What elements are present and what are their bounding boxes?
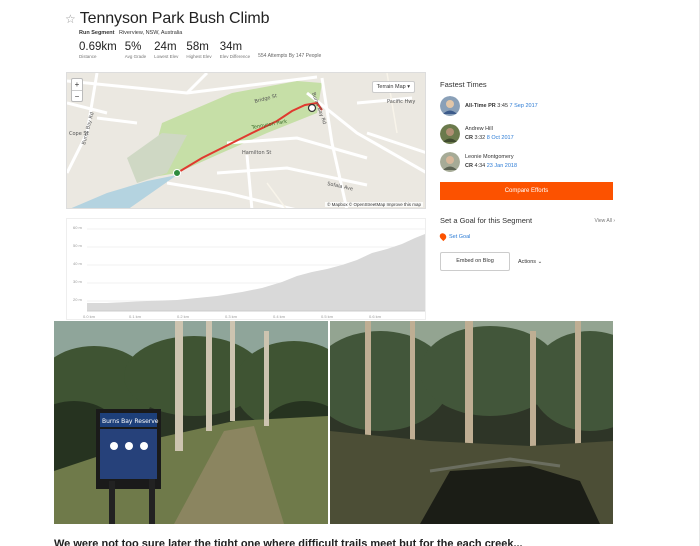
elevation-area: [87, 234, 425, 311]
map-attribution[interactable]: © Mapbox © OpenStreetMap Improve this ma…: [325, 202, 423, 207]
fastest-times-title: Fastest Times: [440, 80, 487, 89]
y-tick: 50 m: [73, 243, 82, 248]
segment-location: Riverview, NSW, Australia: [118, 30, 183, 36]
x-tick: 0.3 km: [225, 314, 238, 319]
x-tick: 0.0 km: [83, 314, 96, 319]
leader-date-link[interactable]: 8 Oct 2017: [487, 135, 514, 141]
map-label-pacific-hwy: Pacific Hwy: [387, 99, 415, 105]
x-tick: 0.4 km: [273, 314, 286, 319]
leader-all-time-pr[interactable]: All-Time PR 3:45 7 Sep 2017: [440, 95, 615, 117]
leader-cr-leonie-montgomery[interactable]: Leonie Montgomery CR 4:34 23 Jan 2018: [440, 151, 615, 173]
embed-on-blog-button[interactable]: Embed on Blog: [440, 252, 510, 271]
segment-photo[interactable]: Burns Bay Reserve: [54, 321, 328, 524]
stat-elev-difference: 34m Elev Difference: [219, 41, 251, 59]
photo-reserve-sign: Burns Bay Reserve: [54, 321, 328, 524]
y-tick: 30 m: [73, 279, 82, 284]
map-layer-dropdown[interactable]: Terrain Map ▾: [371, 81, 415, 93]
segment-page: ☆ Tennyson Park Bush Climb Run Segment R…: [0, 0, 700, 546]
start-marker-icon: [173, 169, 181, 177]
page-title: Tennyson Park Bush Climb: [79, 10, 270, 27]
view-all-link[interactable]: View All ›: [595, 218, 615, 224]
leader-name[interactable]: Leonie Montgomery: [465, 153, 517, 162]
avatar: [440, 152, 460, 172]
set-goal-link[interactable]: Set Goal: [438, 231, 615, 242]
segment-header: ☆ Tennyson Park Bush Climb Run Segment R…: [65, 10, 445, 59]
leader-date-link[interactable]: 23 Jan 2018: [487, 163, 517, 169]
goal-title: Set a Goal for this Segment: [440, 216, 533, 225]
x-tick: 0.5 km: [321, 314, 334, 319]
description-text: We were not too sure later the tight one…: [54, 538, 523, 546]
zoom-out-button[interactable]: −: [72, 90, 82, 101]
y-tick: 20 m: [73, 297, 82, 302]
chevron-down-icon: ▾: [407, 84, 410, 90]
segment-stats: 0.69km Distance 5% Avg Grade 24m Lowest …: [79, 41, 321, 60]
segment-photos: Burns Bay Reserve: [54, 321, 613, 524]
segment-photo[interactable]: [330, 321, 613, 524]
leader-cr-andrew-hill[interactable]: Andrew Hill CR 3:32 8 Oct 2017: [440, 123, 615, 145]
stat-lowest-elev: 24m Lowest Elev: [154, 41, 179, 59]
x-tick: 0.6 km: [369, 314, 382, 319]
zoom-in-button[interactable]: +: [72, 79, 82, 90]
leader-name[interactable]: Andrew Hill: [465, 125, 514, 134]
actions-dropdown[interactable]: Actions ⌄: [518, 259, 542, 265]
map-canvas: Bridge St Tennyson Park Burns Bay Rd Cop…: [67, 73, 425, 208]
elevation-chart: [87, 228, 425, 312]
stat-distance: 0.69km Distance: [79, 41, 117, 59]
compare-efforts-button[interactable]: Compare Efforts: [440, 182, 613, 200]
x-tick: 0.2 km: [177, 314, 190, 319]
stat-avg-grade: 5% Avg Grade: [124, 41, 147, 59]
avatar: [440, 96, 460, 116]
segment-map[interactable]: Bridge St Tennyson Park Burns Bay Rd Cop…: [66, 72, 426, 209]
photo-creek: [330, 321, 613, 524]
avatar: [440, 124, 460, 144]
y-tick: 40 m: [73, 261, 82, 266]
segment-sidebar: Fastest Times All-Time PR 3:45 7 Sep 201…: [438, 80, 615, 271]
elevation-profile[interactable]: 60 m 50 m 40 m 30 m 20 m 0.0 km 0.1 km 0…: [66, 218, 426, 320]
map-label-hamilton-st: Hamilton St: [242, 150, 271, 156]
chevron-right-icon: ›: [613, 217, 615, 224]
chevron-down-icon: ⌄: [537, 258, 543, 265]
sign-title: Burns Bay Reserve: [102, 418, 159, 425]
stat-attempts: 554 Attempts By 147 People: [258, 53, 322, 59]
leader-date-link[interactable]: 7 Sep 2017: [510, 103, 538, 109]
x-tick: 0.1 km: [129, 314, 142, 319]
segment-type: Run Segment: [79, 30, 115, 36]
map-pin-icon: [438, 231, 448, 242]
segment-subtitle: Run Segment Riverview, NSW, Australia: [79, 30, 182, 36]
zoom-control: + −: [71, 78, 83, 102]
star-icon[interactable]: ☆: [65, 13, 76, 25]
stat-highest-elev: 58m Highest Elev: [186, 41, 212, 59]
y-tick: 60 m: [73, 225, 82, 230]
